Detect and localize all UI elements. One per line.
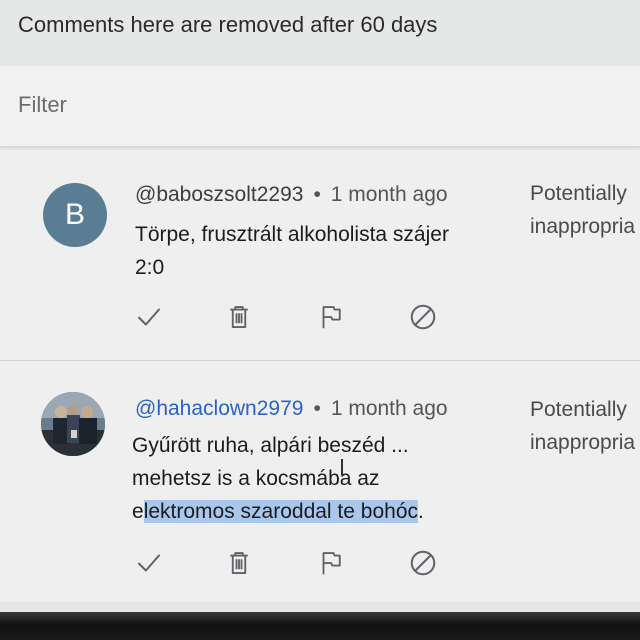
hide-user-button[interactable]	[406, 300, 440, 334]
filter-bar[interactable]	[0, 66, 640, 148]
trash-icon	[230, 306, 248, 328]
comment-line: elektromos szaroddal te bohóc.	[132, 495, 424, 528]
comment-line: Gyűrött ruha, alpári beszéd ...	[132, 434, 409, 457]
block-icon	[410, 550, 436, 576]
status-label: Potentially inappropria	[530, 177, 635, 243]
status-label: Potentially inappropria	[530, 393, 635, 459]
comment-author[interactable]: @baboszsolt2293	[135, 183, 303, 206]
approve-button[interactable]	[132, 546, 166, 580]
comment-item: @hahaclown2979 • 1 month ago Gyűrött ruha,…	[0, 362, 640, 602]
comment-meta: @baboszsolt2293 • 1 month ago	[135, 183, 448, 207]
comment-time[interactable]: 1 month ago	[331, 183, 448, 206]
retention-notice: Comments here are removed after 60 days	[18, 12, 438, 37]
text-segment: .	[418, 500, 424, 523]
status-line: inappropria	[530, 431, 636, 454]
comment-line: Törpe, frusztrált alkoholista szájer	[135, 223, 449, 246]
status-line: Potentially	[530, 398, 627, 421]
remove-button[interactable]	[222, 546, 256, 580]
comment-meta: @hahaclown2979 • 1 month ago	[135, 397, 448, 421]
avatar-letter: B	[64, 198, 85, 231]
comment-item: B @baboszsolt2293 • 1 month ago Törpe, fru…	[0, 150, 640, 361]
status-line: Potentially	[530, 182, 627, 205]
check-icon	[138, 554, 160, 572]
comment-line: 2:0	[135, 256, 165, 279]
comment-text: Törpe, frusztrált alkoholista szájer 2:0	[135, 218, 449, 284]
selected-text: lektromos szaroddal te bohóc	[143, 500, 418, 523]
comment-line: mehetsz is a kocsmába az	[132, 467, 380, 490]
remove-button[interactable]	[222, 300, 256, 334]
meta-separator: •	[313, 397, 321, 420]
screen-bezel	[0, 612, 640, 640]
comment-time[interactable]: 1 month ago	[331, 397, 448, 420]
report-button[interactable]	[314, 546, 348, 580]
text-cursor	[341, 459, 343, 475]
flag-icon	[322, 306, 341, 329]
trash-icon	[230, 552, 248, 574]
profile-photo-icon	[41, 392, 105, 456]
check-icon	[138, 308, 160, 326]
held-comments-page: Comments here are removed after 60 days …	[0, 0, 640, 640]
avatar[interactable]	[41, 392, 105, 456]
avatar[interactable]: B	[43, 183, 107, 247]
filter-input[interactable]: Filter	[18, 92, 67, 118]
meta-separator: •	[313, 183, 321, 206]
approve-button[interactable]	[132, 300, 166, 334]
report-button[interactable]	[314, 300, 348, 334]
comment-text: Gyűrött ruha, alpári beszéd ... mehetsz …	[132, 429, 424, 528]
text-segment: e	[132, 500, 144, 523]
comment-author[interactable]: @hahaclown2979	[135, 397, 303, 420]
status-line: inappropria	[530, 215, 636, 238]
block-icon	[410, 304, 436, 330]
flag-icon	[322, 552, 341, 575]
hide-user-button[interactable]	[406, 546, 440, 580]
